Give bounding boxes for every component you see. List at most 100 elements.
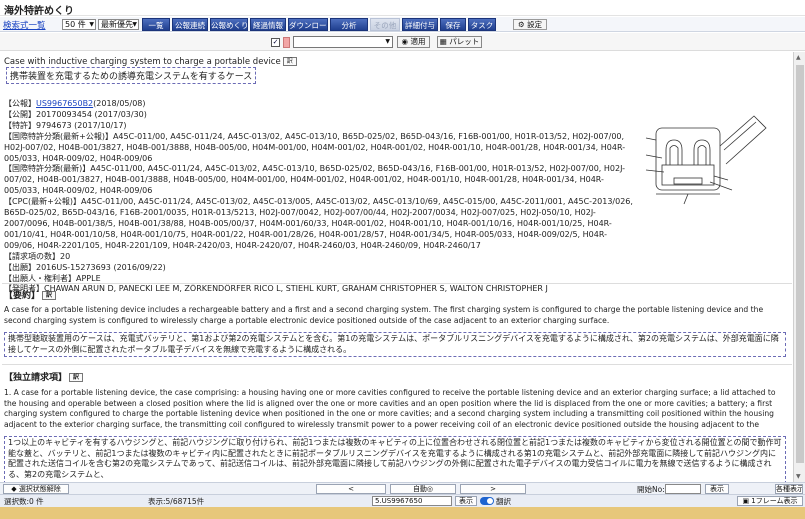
tab-detail[interactable]: 詳細付与 [402,18,438,31]
patent-viewer-window: 海外特許めくり 検索式一覧 50 件 ▼ 最新優先 ▼ 一覧 公報連続 公報めくり … [0,0,805,519]
frame-label: 1フレーム表示 [751,497,798,505]
title-english: Case with inductive charging system to c… [4,57,297,67]
settings-button[interactable]: ⚙ 設定 [513,19,547,30]
tab-continuous[interactable]: 公報連続 [172,18,208,31]
ipc2-label: 【国際特許分類(最新)】 [4,164,91,174]
app-label: 【公開】 [4,109,36,119]
document-select-value: 5.US9967650 [375,497,423,505]
title-bar: 海外特許めくり [0,0,805,17]
abstract-japanese: 携帯型聴取装置用のケースは、充電式バッテリと、第1および第2の充電システムとを含… [4,332,786,357]
per-page-value: 50 件 [65,20,86,29]
highlight-toolbar: ✓ ▼ ◉ 適用 ▦ パレット [0,33,805,51]
applicant-label: 【出願人・権利者】 [4,273,76,283]
tab-save[interactable]: 保存 [440,18,466,31]
applicant-value: APPLE [76,273,101,283]
deselect-label: 選択状態解除 [18,485,61,493]
show-button[interactable]: 表示 [455,496,477,506]
patent-label: 【特許】 [4,120,36,130]
patent-drawing [645,115,767,205]
tab-analysis[interactable]: 分析 [330,18,368,31]
ipc2-row: 【国際特許分類(最新)】A45C-011/00, A45C-011/24, A4… [4,164,634,197]
pub-number-link[interactable]: US9967650B2 [36,99,93,108]
abstract-heading: 【要約】訳 [4,288,57,301]
scroll-thumb[interactable] [796,65,804,463]
claims-count-value: 20 [60,251,71,261]
auto-button[interactable]: 自動◎ [390,484,456,494]
refresh-icon: ◉ [401,37,409,46]
display-count: 表示:5/68715件 [148,497,205,506]
prev-button[interactable]: < [316,484,386,494]
cpc-value: A45C-011/00, A45C-011/24, A45C-013/02, A… [4,197,633,250]
translate-icon[interactable]: 訳 [69,373,84,382]
chevron-down-icon: ▼ [385,38,390,45]
claims-heading-text: 【独立請求項】 [4,373,68,383]
scroll-down-icon[interactable]: ▼ [796,473,801,480]
sort-select[interactable]: 最新優先 ▼ [98,19,139,30]
selected-count: 選択数:0 件 [4,497,44,506]
tab-task[interactable]: タスク [468,18,496,31]
pub-row: 【公報】US9967650B2(2018/05/08) [4,99,634,110]
claims-count-row: 【請求項の数】20 [4,252,634,263]
inventor-row: 【発明者】CHAWAN ARUN D, PANECKI LEE M, ZÖRKE… [4,284,634,295]
translate-icon[interactable]: 訳 [282,57,297,66]
pub-date: (2018/05/08) [93,99,146,108]
chevron-down-icon: ▼ [89,21,94,28]
cpc-label: 【CPC(最新+公報)】 [4,197,81,207]
document-select[interactable]: 5.US9967650 [372,496,452,506]
gear-icon: ⚙ [517,20,525,29]
deselect-icon: ◆ [11,485,17,493]
per-page-select[interactable]: 50 件 ▼ [62,19,96,30]
patent-row: 【特許】9794673 (2017/10/17) [4,121,634,132]
settings-label: 設定 [527,20,543,29]
jump-input[interactable] [665,484,701,494]
translate-icon[interactable]: 訳 [42,291,57,300]
navigation-bar: 検索式一覧 50 件 ▼ 最新優先 ▼ 一覧 公報連続 公報めくり 経過情報 ダウン… [0,17,805,32]
deselect-button[interactable]: ◆ 選択状態解除 [3,484,69,494]
apply-label: 適用 [410,37,426,46]
highlight-checkbox[interactable]: ✓ [271,38,280,47]
title-japanese: 携帯装置を充電するための誘導充電システムを有するケース [6,67,257,84]
pub-label: 【公報】 [4,99,36,108]
patent-value: 9794673 (2017/10/17) [36,120,127,130]
separator [2,283,792,284]
function-tabs: 一覧 公報連続 公報めくり 経過情報 ダウンロード 分析 その他 詳細付与 保存… [142,18,498,31]
color-swatch[interactable] [283,37,290,48]
sort-value: 最新優先 [101,20,133,29]
tab-progress[interactable]: 経過情報 [250,18,286,31]
tab-flip[interactable]: 公報めくり [210,18,248,31]
ipc-label: 【国際特許分類(最新+公報)】 [4,131,113,141]
abstract-heading-text: 【要約】 [4,291,41,301]
apply-button[interactable]: ◉ 適用 [397,36,430,48]
palette-button[interactable]: ▦ パレット [437,36,482,48]
claims-japanese: 1つ以上のキャビティを有するハウジングと、前記ハウジングに取り付けられ、前記1つ… [4,436,786,482]
translate-toggle[interactable] [480,497,494,505]
ipc-row: 【国際特許分類(最新+公報)】A45C-011/00, A45C-011/24,… [4,132,634,165]
palette-icon: ▦ [439,37,447,46]
document-pane: Case with inductive charging system to c… [0,52,793,482]
keyword-combo[interactable]: ▼ [293,36,393,48]
separator [2,364,792,365]
abstract-english: A case for a portable listening device i… [4,305,764,325]
filing-row: 【出願】2016US-15273693 (2016/09/22) [4,263,634,274]
tab-other: その他 [370,18,400,31]
tab-list[interactable]: 一覧 [142,18,170,31]
translate-label: 翻訳 [496,497,511,506]
frame-icon: ▣ [742,497,750,505]
frame-button[interactable]: ▣ 1フレーム表示 [737,496,803,506]
footer-row-1: ◆ 選択状態解除 < 自動◎ > 開始No: 表示 各種表示 [0,482,805,494]
jump-button[interactable]: 表示 [705,484,729,494]
inventor-value: CHAWAN ARUN D, PANECKI LEE M, ZÖRKENDÖRF… [44,284,548,294]
ipc2-value: A45C-011/00, A45C-011/24, A45C-013/02, A… [4,164,626,196]
vertical-scrollbar[interactable]: ▲ ▼ [793,52,805,482]
taskbar-strip [0,507,805,519]
filing-label: 【出願】 [4,262,36,272]
palette-label: パレット [449,37,480,46]
claims-english: 1. A case for a portable listening devic… [4,388,776,429]
scroll-up-icon[interactable]: ▲ [796,54,801,61]
title-english-text: Case with inductive charging system to c… [4,57,281,67]
search-list-link[interactable]: 検索式一覧 [3,19,46,31]
next-button[interactable]: > [460,484,526,494]
tab-download[interactable]: ダウンロード [288,18,328,31]
display-options-button[interactable]: 各種表示 [775,484,803,494]
claims-count-label: 【請求項の数】 [4,251,60,261]
